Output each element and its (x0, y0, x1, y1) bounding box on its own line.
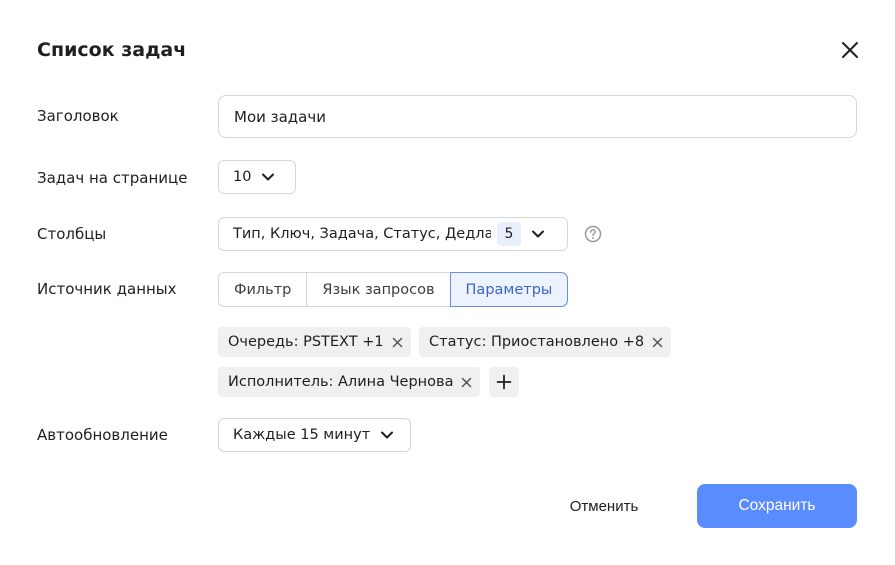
filter-chip-queue: Очередь: PSTEXT +1 (218, 327, 411, 357)
save-button[interactable]: Сохранить (697, 484, 857, 528)
close-icon (652, 337, 663, 347)
plus-icon (496, 374, 512, 390)
close-icon (842, 42, 858, 58)
autorefresh-value: Каждые 15 минут (233, 427, 371, 443)
dialog-title: Список задач (37, 39, 187, 61)
close-button[interactable] (836, 36, 864, 64)
tab-query-language[interactable]: Язык запросов (307, 273, 451, 306)
tab-filter[interactable]: Фильтр (219, 273, 308, 306)
source-segmented-control: Фильтр Язык запросов Параметры (218, 272, 569, 307)
heading-input[interactable] (218, 95, 857, 138)
remove-chip-button[interactable] (652, 337, 663, 348)
per-page-value: 10 (233, 169, 252, 185)
per-page-select[interactable]: 10 (218, 160, 296, 194)
chevron-down-icon (531, 229, 545, 239)
chip-label: Очередь: PSTEXT +1 (228, 334, 384, 350)
columns-label: Столбцы (37, 225, 107, 243)
help-icon[interactable] (584, 225, 602, 243)
close-icon (392, 337, 402, 347)
source-label: Источник данных (37, 280, 177, 298)
chevron-down-icon (261, 172, 275, 182)
chip-label: Статус: Приостановлено +8 (429, 334, 645, 350)
filter-chip-status: Статус: Приостановлено +8 (419, 327, 672, 357)
columns-select[interactable]: Тип, Ключ, Задача, Статус, Дедлайн 5 (218, 217, 568, 251)
chevron-down-icon (380, 430, 394, 440)
task-list-dialog: Список задач Заголовок Задач на странице… (0, 0, 895, 565)
remove-chip-button[interactable] (392, 337, 403, 348)
autorefresh-select[interactable]: Каждые 15 минут (218, 418, 411, 452)
autorefresh-label: Автообновление (37, 426, 168, 444)
filter-chip-assignee: Исполнитель: Алина Чернова (218, 367, 481, 397)
chip-label: Исполнитель: Алина Чернова (228, 374, 454, 390)
columns-count-badge: 5 (497, 222, 521, 246)
heading-label: Заголовок (37, 107, 119, 125)
per-page-label: Задач на странице (37, 169, 188, 187)
columns-value: Тип, Ключ, Задача, Статус, Дедлайн (233, 226, 491, 242)
remove-chip-button[interactable] (461, 377, 472, 388)
close-icon (462, 377, 472, 387)
cancel-button[interactable]: Отменить (548, 484, 660, 528)
add-filter-button[interactable] (489, 367, 519, 397)
tab-parameters[interactable]: Параметры (450, 273, 568, 306)
